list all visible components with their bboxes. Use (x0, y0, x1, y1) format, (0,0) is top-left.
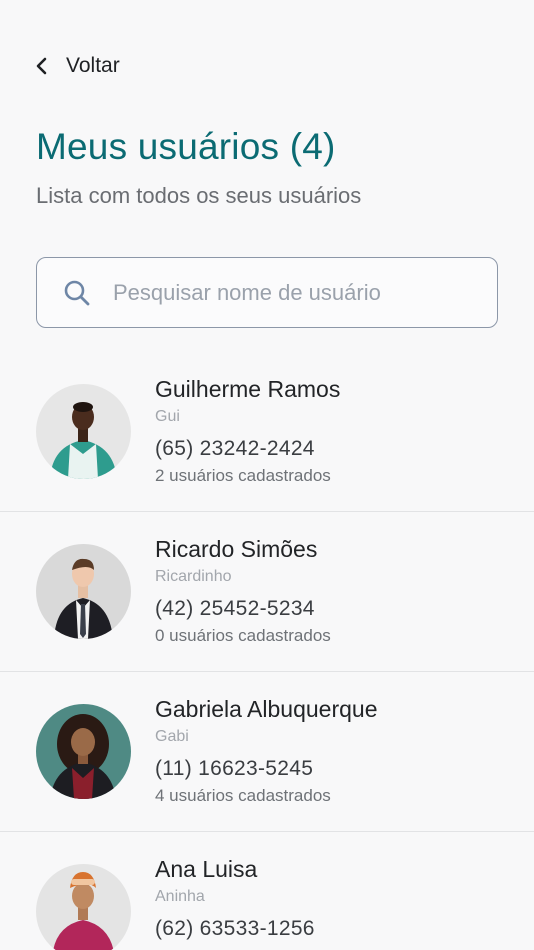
user-row[interactable]: Ricardo Simões Ricardinho (42) 25452-523… (0, 512, 534, 672)
avatar (36, 864, 131, 950)
user-phone: (42) 25452-5234 (155, 597, 315, 620)
user-info: Gabriela Albuquerque Gabi (11) 16623-524… (155, 694, 378, 807)
user-registered-count: 4 usuários cadastrados (155, 786, 331, 805)
user-list: Guilherme Ramos Gui (65) 23242-2424 2 us… (0, 352, 534, 950)
user-nickname: Gabi (155, 728, 189, 745)
avatar (36, 704, 131, 799)
chevron-left-icon (32, 56, 52, 76)
back-button[interactable]: Voltar (32, 50, 120, 82)
user-phone: (62) 63533-1256 (155, 917, 315, 940)
user-row[interactable]: Gabriela Albuquerque Gabi (11) 16623-524… (0, 672, 534, 832)
avatar (36, 384, 131, 479)
user-name: Gabriela Albuquerque (155, 696, 378, 722)
user-registered-count: 2 usuários cadastrados (155, 466, 331, 485)
search-icon (63, 279, 91, 307)
search-input[interactable] (113, 279, 473, 306)
user-nickname: Gui (155, 408, 180, 425)
user-phone: (11) 16623-5245 (155, 757, 314, 780)
user-row[interactable]: Ana Luisa Aninha (62) 63533-1256 (0, 832, 534, 950)
back-label: Voltar (66, 54, 120, 77)
user-phone: (65) 23242-2424 (155, 437, 315, 460)
user-name: Ricardo Simões (155, 536, 318, 562)
users-screen: Voltar Meus usuários (4) Lista com todos… (0, 0, 534, 950)
user-registered-count: 0 usuários cadastrados (155, 626, 331, 645)
user-info: Ana Luisa Aninha (62) 63533-1256 (155, 854, 315, 945)
page-subtitle: Lista com todos os seus usuários (36, 183, 362, 208)
avatar (36, 544, 131, 639)
user-nickname: Ricardinho (155, 568, 232, 585)
page-title: Meus usuários (4) (36, 126, 336, 167)
search-box (36, 257, 498, 328)
user-info: Ricardo Simões Ricardinho (42) 25452-523… (155, 534, 331, 647)
user-info: Guilherme Ramos Gui (65) 23242-2424 2 us… (155, 374, 340, 487)
user-name: Guilherme Ramos (155, 376, 341, 402)
user-name: Ana Luisa (155, 856, 258, 882)
user-nickname: Aninha (155, 888, 205, 905)
user-row[interactable]: Guilherme Ramos Gui (65) 23242-2424 2 us… (0, 352, 534, 512)
